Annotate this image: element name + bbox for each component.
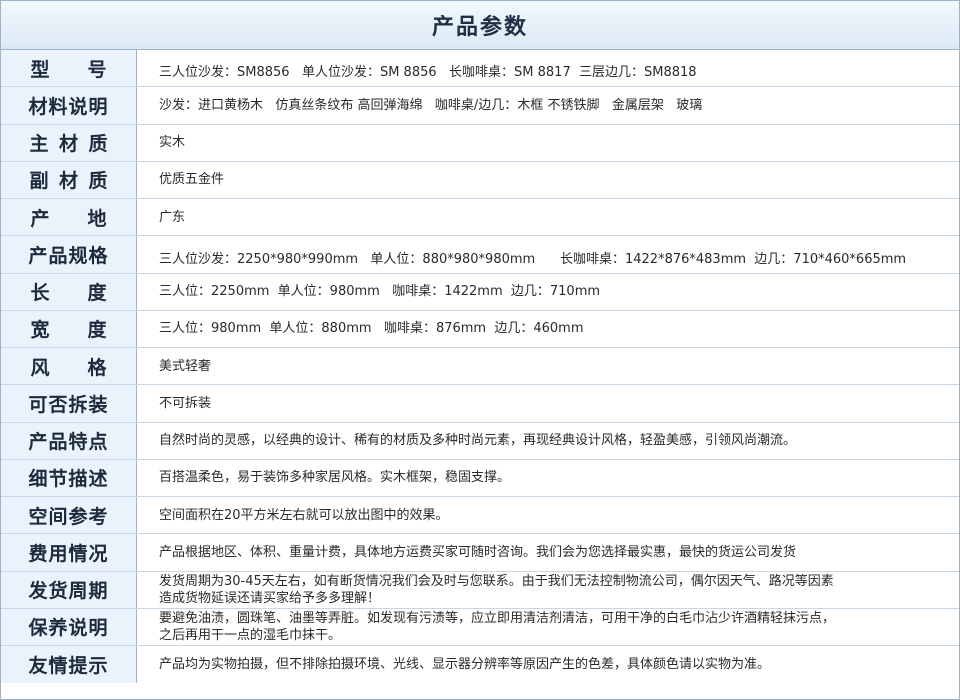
- product-parameters-table: 产品参数 型号 三人位沙发：SM8856 单人位沙发：SM 8856 长咖啡桌：S…: [0, 0, 960, 700]
- row-value: 优质五金件: [159, 172, 225, 188]
- row-value: 三人位沙发：2250*980*990mm 单人位：880*980*980mm 长…: [159, 251, 907, 267]
- table-row: 风格 美式轻奢: [1, 348, 959, 386]
- row-value: 美式轻奢: [159, 358, 212, 374]
- row-value: 不可拆装: [159, 395, 212, 411]
- table-row: 费用情况 产品根据地区、体积、重量计费，具体地方运费买家可随时咨询。我们会为您选择…: [1, 534, 959, 572]
- table-row: 产品特点 自然时尚的灵感，以经典的设计、稀有的材质及多种时尚元素，再现经典设计风格…: [1, 422, 959, 460]
- row-label: 长度: [1, 273, 137, 310]
- row-label: 空间参考: [1, 497, 137, 534]
- row-label: 产品特点: [1, 422, 137, 459]
- row-label-text: 保养说明: [28, 617, 109, 640]
- row-label-text: 风格: [30, 356, 107, 379]
- row-label-text: 主材质: [29, 133, 108, 156]
- table-row: 空间参考 空间面积在20平方米左右就可以放出图中的效果。: [1, 497, 959, 535]
- row-value: 空间面积在20平方米左右就可以放出图中的效果。: [159, 507, 449, 523]
- table-row: 长度 三人位：2250mm 单人位：980mm 咖啡桌：1422mm 边几：710…: [1, 273, 959, 311]
- row-value: 产品均为实物拍摄，但不排除拍摄环境、光线、显示器分辨率等原因产生的色差，具体颜色…: [159, 657, 771, 673]
- table-row: 发货周期 发货周期为30-45天左右，如有断货情况我们会及时与您联系。由于我们无法…: [1, 571, 959, 609]
- table-row: 型号 三人位沙发：SM8856 单人位沙发：SM 8856 长咖啡桌：SM 881…: [1, 50, 959, 88]
- table-row: 主材质 实木: [1, 124, 959, 162]
- table-row: 宽度 三人位：980mm 单人位：880mm 咖啡桌：876mm 边几：460mm: [1, 310, 959, 348]
- parameter-rows: 型号 三人位沙发：SM8856 单人位沙发：SM 8856 长咖啡桌：SM 881…: [1, 50, 959, 684]
- page-title: 产品参数: [431, 15, 528, 40]
- row-label: 产地: [1, 199, 137, 236]
- row-value: 广东: [159, 209, 186, 225]
- row-value: 沙发：进口黄杨木 仿真丝条纹布 高回弹海绵 咖啡桌/边几：木框 不锈铁脚 金属层…: [159, 97, 703, 113]
- row-label-text: 长度: [30, 282, 107, 305]
- row-label: 材料说明: [1, 87, 137, 124]
- row-label: 可否拆装: [1, 385, 137, 422]
- row-label-text: 空间参考: [28, 505, 109, 528]
- row-label: 风格: [1, 348, 137, 385]
- row-label-text: 产品特点: [28, 431, 109, 454]
- row-value: 实木: [159, 135, 186, 151]
- row-value: 三人位：2250mm 单人位：980mm 咖啡桌：1422mm 边几：710mm: [159, 284, 601, 300]
- row-label: 型号: [1, 50, 137, 87]
- row-label-text: 费用情况: [28, 542, 109, 565]
- row-value: 三人位：980mm 单人位：880mm 咖啡桌：876mm 边几：460mm: [159, 321, 584, 337]
- table-row: 可否拆装 不可拆装: [1, 385, 959, 423]
- row-label: 主材质: [1, 124, 137, 161]
- row-label-text: 产地: [30, 207, 107, 230]
- table-row: 友情提示 产品均为实物拍摄，但不排除拍摄环境、光线、显示器分辨率等原因产生的色差，…: [1, 646, 959, 684]
- row-label-text: 型号: [30, 58, 107, 81]
- row-label: 宽度: [1, 310, 137, 347]
- table-row: 细节描述 百搭温柔色，易于装饰多种家居风格。实木框架，稳固支撑。: [1, 459, 959, 497]
- table-row: 副材质 优质五金件: [1, 161, 959, 199]
- row-value: 百搭温柔色，易于装饰多种家居风格。实木框架，稳固支撑。: [159, 470, 511, 486]
- table-row: 产地 广东: [1, 199, 959, 237]
- row-label-text: 可否拆装: [28, 393, 109, 416]
- table-row: 保养说明 要避免油渍，圆珠笔、油墨等弄脏。如发现有污渍等，应立即用清洁剂清洁，可用…: [1, 608, 959, 646]
- table-row: 产品规格 三人位沙发：2250*980*990mm 单人位：880*980*980…: [1, 236, 959, 274]
- row-value: 产品根据地区、体积、重量计费，具体地方运费买家可随时咨询。我们会为您选择最实惠，…: [159, 544, 797, 560]
- table-row: 材料说明 沙发：进口黄杨木 仿真丝条纹布 高回弹海绵 咖啡桌/边几：木框 不锈铁脚…: [1, 87, 959, 125]
- row-label: 细节描述: [1, 459, 137, 496]
- row-value: 发货周期为30-45天左右，如有断货情况我们会及时与您联系。由于我们无法控制物流…: [159, 573, 834, 606]
- row-label-text: 产品规格: [28, 244, 109, 267]
- row-label-text: 宽度: [30, 319, 107, 342]
- row-label-text: 友情提示: [28, 655, 109, 678]
- row-label: 保养说明: [1, 608, 137, 645]
- row-label-text: 细节描述: [28, 468, 109, 491]
- row-label-text: 发货周期: [28, 580, 109, 603]
- row-value: 三人位沙发：SM8856 单人位沙发：SM 8856 长咖啡桌：SM 8817 …: [159, 65, 697, 81]
- row-label: 发货周期: [1, 571, 137, 608]
- row-value: 自然时尚的灵感，以经典的设计、稀有的材质及多种时尚元素，再现经典设计风格，轻盈美…: [159, 433, 797, 449]
- row-value: 要避免油渍，圆珠笔、油墨等弄脏。如发现有污渍等，应立即用清洁剂清洁，可用干净的白…: [159, 610, 836, 643]
- row-label-text: 副材质: [29, 170, 108, 193]
- row-label: 友情提示: [1, 646, 137, 684]
- table-header: 产品参数: [1, 1, 959, 50]
- row-label: 费用情况: [1, 534, 137, 571]
- row-label: 副材质: [1, 161, 137, 198]
- row-label: 产品规格: [1, 236, 137, 273]
- row-label-text: 材料说明: [28, 95, 109, 118]
